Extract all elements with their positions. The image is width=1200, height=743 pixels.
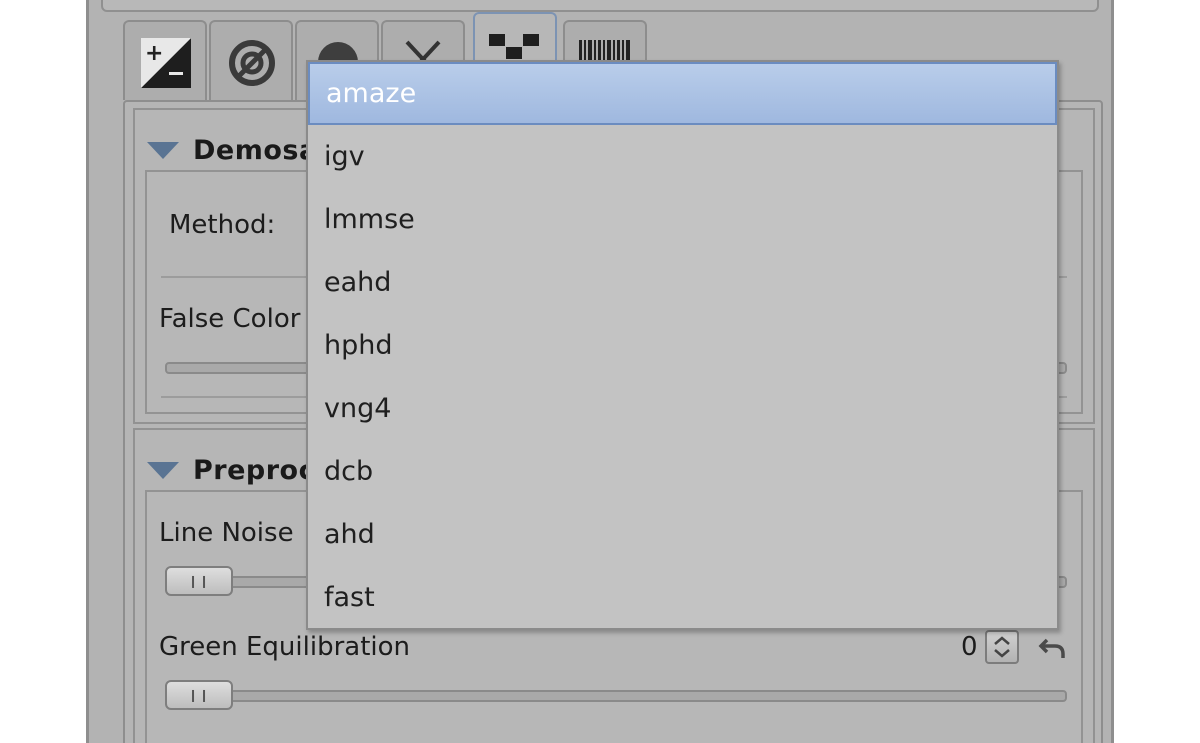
spin-arrows-icon xyxy=(994,636,1010,658)
dropdown-option-lmmse[interactable]: lmmse xyxy=(308,188,1057,251)
green-equilibration-label: Green Equilibration xyxy=(159,632,411,662)
top-strip xyxy=(101,0,1099,12)
dropdown-option-amaze[interactable]: amaze xyxy=(308,62,1057,125)
svg-text:+: + xyxy=(145,41,163,66)
reset-icon[interactable] xyxy=(1037,634,1067,662)
demosaicing-title: Demosa xyxy=(193,134,318,166)
preprocessing-header[interactable]: Preproc xyxy=(147,452,315,488)
method-dropdown-list[interactable]: amaze igv lmmse eahd hphd vng4 dcb ahd f… xyxy=(306,60,1059,630)
demosaicing-header[interactable]: Demosa xyxy=(147,132,318,168)
collapse-triangle-icon xyxy=(147,461,179,479)
green-equilibration-slider-thumb[interactable]: ❙❙ xyxy=(165,680,233,710)
dropdown-option-igv[interactable]: igv xyxy=(308,125,1057,188)
green-equilibration-spinner[interactable] xyxy=(985,630,1019,664)
green-equilibration-slider-track[interactable] xyxy=(165,690,1067,702)
false-color-label: False Color xyxy=(159,304,301,334)
detail-icon xyxy=(229,40,275,86)
line-noise-slider-thumb[interactable]: ❙❙ xyxy=(165,566,233,596)
dropdown-option-vng4[interactable]: vng4 xyxy=(308,377,1057,440)
collapse-triangle-icon xyxy=(147,141,179,159)
dropdown-option-fast[interactable]: fast xyxy=(308,566,1057,629)
dropdown-option-hphd[interactable]: hphd xyxy=(308,314,1057,377)
tab-detail[interactable] xyxy=(209,20,293,100)
green-equilibration-value[interactable]: 0 xyxy=(961,632,978,662)
grip-icon: ❙❙ xyxy=(187,688,211,702)
preprocessing-title: Preproc xyxy=(193,454,316,486)
dropdown-option-dcb[interactable]: dcb xyxy=(308,440,1057,503)
method-label: Method: xyxy=(169,210,276,240)
grip-icon: ❙❙ xyxy=(187,574,211,588)
dropdown-option-ahd[interactable]: ahd xyxy=(308,503,1057,566)
dropdown-option-eahd[interactable]: eahd xyxy=(308,251,1057,314)
tab-exposure[interactable]: + xyxy=(123,20,207,100)
line-noise-label: Line Noise xyxy=(159,518,294,548)
exposure-icon: + xyxy=(141,38,191,88)
